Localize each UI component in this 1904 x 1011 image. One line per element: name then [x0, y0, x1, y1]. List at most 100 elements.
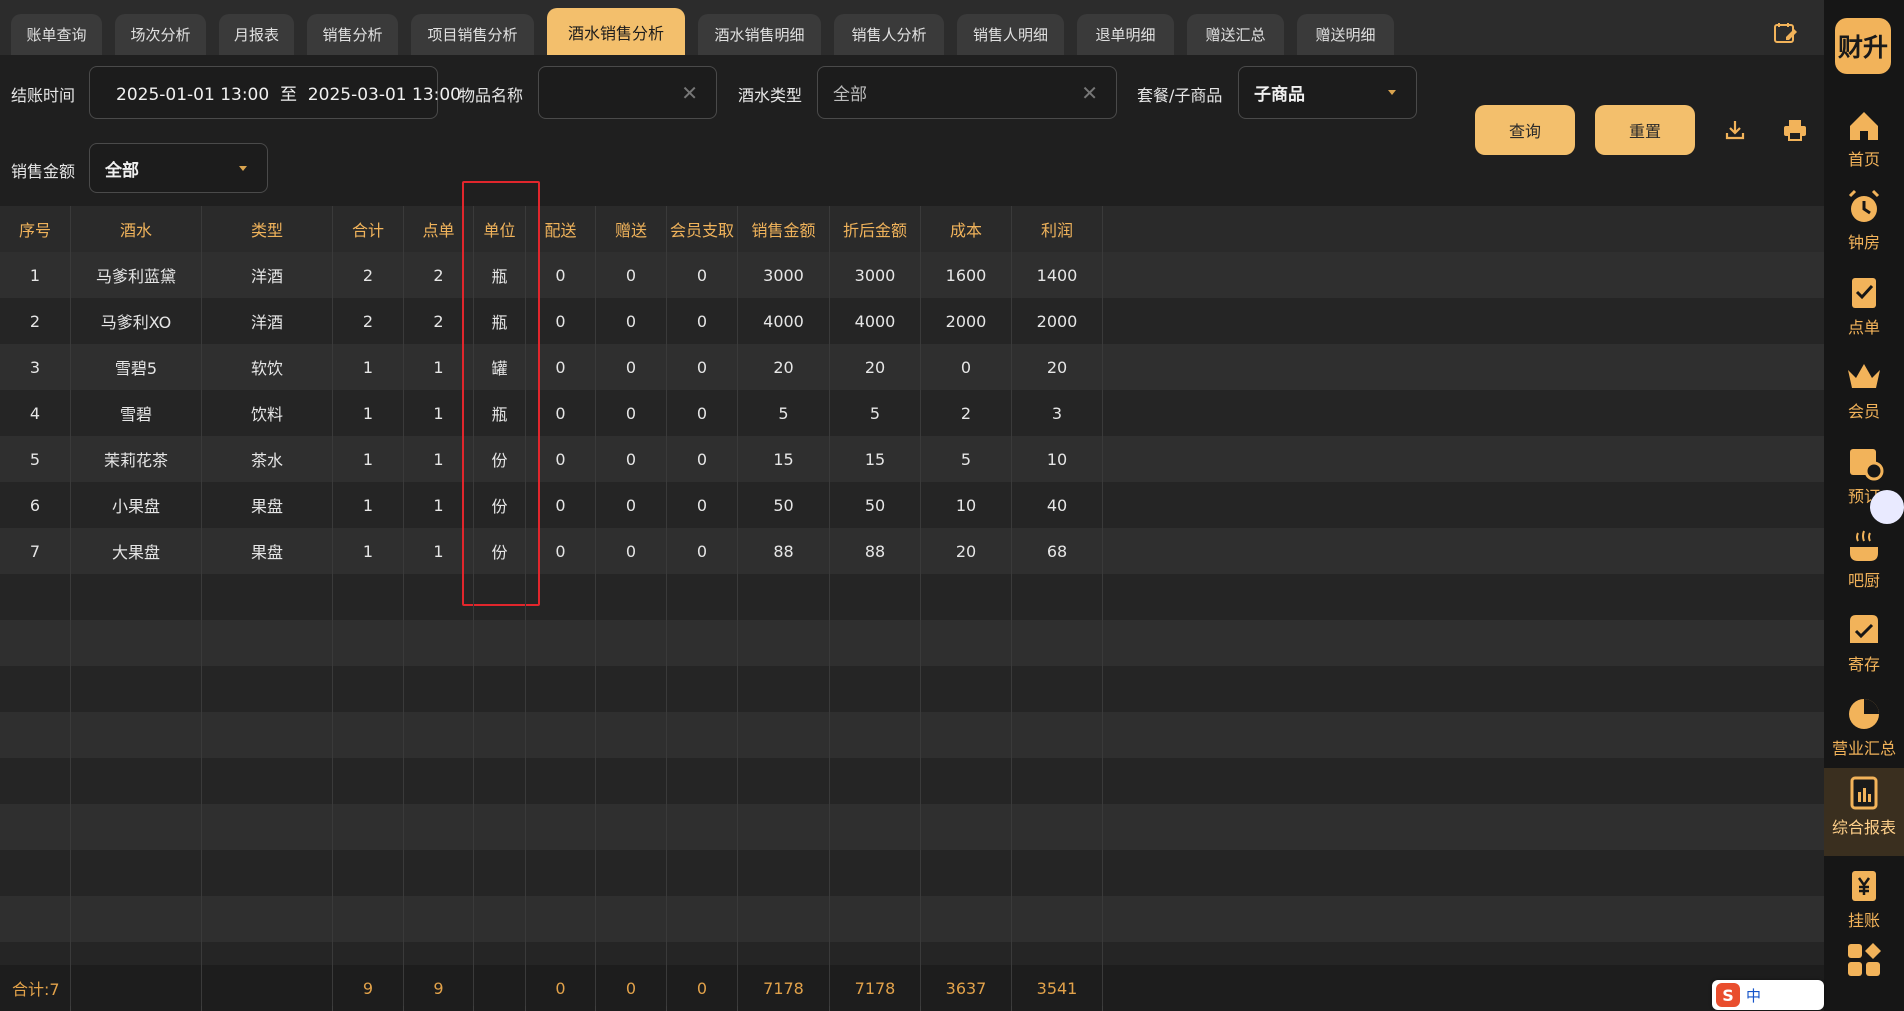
table-cell: 5 [921, 436, 1012, 482]
sidebar-item-label: 钟房 [1847, 233, 1880, 252]
clear-icon[interactable]: ✕ [1081, 81, 1098, 105]
tab-2[interactable]: 月报表 [219, 14, 294, 55]
table-cell: 2 [333, 252, 404, 298]
table-cell: 50 [738, 482, 830, 528]
tab-6[interactable]: 酒水销售明细 [698, 14, 821, 55]
grid-line [595, 206, 596, 1006]
table-cell: 1 [333, 344, 404, 390]
table-cell: 0 [596, 252, 667, 298]
download-icon[interactable] [1724, 119, 1746, 141]
table-cell: 2000 [1012, 298, 1103, 344]
tab-1[interactable]: 场次分析 [115, 14, 206, 55]
ime-toolbar[interactable]: S 中 [1712, 980, 1824, 1010]
table-cell: 酒水 [71, 206, 202, 252]
empty-row [0, 620, 1824, 666]
query-button[interactable]: 查询 [1475, 105, 1575, 155]
empty-row [0, 896, 1824, 942]
tab-7[interactable]: 销售人分析 [834, 14, 944, 55]
table-cell: 1 [333, 528, 404, 574]
table-cell: 洋酒 [202, 252, 333, 298]
table-cell: 0 [526, 965, 596, 1011]
reset-button[interactable]: 重置 [1595, 105, 1695, 155]
tab-8[interactable]: 销售人明细 [957, 14, 1064, 55]
storage-icon [1850, 615, 1878, 643]
table-cell: 1400 [1012, 252, 1103, 298]
table-cell: 20 [830, 344, 921, 390]
table-cell: 4000 [738, 298, 830, 344]
grid-line [403, 206, 404, 1006]
sidebar-item-0[interactable]: 首页 [1824, 100, 1904, 180]
sidebar-item-1[interactable]: 钟房 [1824, 183, 1904, 263]
table-cell: 68 [1012, 528, 1103, 574]
empty-row [0, 758, 1824, 804]
drink-type-select[interactable]: 全部 ✕ [817, 66, 1117, 119]
table-cell: 5 [738, 390, 830, 436]
yen-icon [1852, 871, 1876, 901]
tab-3[interactable]: 销售分析 [307, 14, 398, 55]
drink-sales-table: 序号 酒水 类型 合计 点单 单位 配送 赠送 会员支取 销售金额 折后金额 成本 利润 1 马爹利蓝黛 洋酒… [0, 206, 1824, 1011]
grid-line [70, 206, 71, 1006]
clear-icon[interactable]: ✕ [681, 81, 698, 105]
report-tab-bar: 账单查询 场次分析 月报表 销售分析 项目销售分析 酒水销售分析 酒水销售明细 销售人分析 销售… [0, 0, 1824, 55]
print-icon[interactable] [1783, 119, 1807, 141]
sidebar-item-7[interactable]: 营业汇总 [1824, 689, 1904, 769]
table-cell: 0 [667, 528, 738, 574]
table-cell: 20 [921, 528, 1012, 574]
table-cell: 2 [0, 298, 71, 344]
grid-line [525, 206, 526, 1006]
assistant-float-icon[interactable] [1870, 490, 1904, 524]
table-cell: 3000 [830, 252, 921, 298]
sidebar-item-label: 吧厨 [1847, 571, 1880, 590]
tab-5[interactable]: 酒水销售分析 [547, 8, 685, 55]
table-cell: 7178 [830, 965, 921, 1011]
table-cell: 雪碧 [71, 390, 202, 436]
sidebar-item-3[interactable]: 会员 [1824, 352, 1904, 432]
calendar-edit-icon[interactable] [1774, 22, 1798, 44]
table-cell: 50 [830, 482, 921, 528]
table-cell: 2 [333, 298, 404, 344]
checkout-time-range-input[interactable]: 2025-01-01 13:00 至 2025-03-01 13:00 [89, 66, 461, 119]
sidebar-item-6[interactable]: 寄存 [1824, 605, 1904, 685]
tab-10[interactable]: 赠送汇总 [1187, 14, 1284, 55]
sales-amount-select[interactable]: 全部 [89, 143, 268, 193]
crown-icon [1848, 364, 1880, 388]
table-cell: 0 [921, 344, 1012, 390]
table-cell: 1 [333, 390, 404, 436]
table-cell: 0 [667, 436, 738, 482]
table-cell: 合计:7 [0, 965, 71, 1011]
table-cell: 0 [667, 252, 738, 298]
sidebar-item-label: 寄存 [1847, 655, 1880, 674]
home-icon [1850, 112, 1878, 140]
tab-11[interactable]: 赠送明细 [1297, 14, 1394, 55]
sidebar-item-5[interactable]: 吧厨 [1824, 521, 1904, 601]
sidebar-item-8[interactable]: 综合报表 [1824, 768, 1904, 856]
sidebar-item-label: 综合报表 [1831, 818, 1896, 837]
combo-select[interactable]: 子商品 [1238, 66, 1417, 119]
report-icon [1850, 776, 1878, 810]
table-cell: 0 [596, 436, 667, 482]
table-cell [71, 965, 202, 1011]
ime-logo-icon: S [1716, 983, 1740, 1007]
table-cell: 合计 [333, 206, 404, 252]
sidebar-item-9[interactable]: 挂账 [1824, 861, 1904, 941]
table-cell: 3000 [738, 252, 830, 298]
table-cell: 折后金额 [830, 206, 921, 252]
sidebar-item-2[interactable]: 点单 [1824, 268, 1904, 348]
sidebar-item-10[interactable] [1824, 936, 1904, 1011]
tab-0[interactable]: 账单查询 [11, 14, 102, 55]
combo-label: 套餐/子商品 [1137, 86, 1223, 105]
tab-9[interactable]: 退单明细 [1077, 14, 1174, 55]
table-cell: 0 [596, 482, 667, 528]
grid-line [1102, 206, 1103, 1006]
table-cell: 会员支取 [667, 206, 738, 252]
tab-4[interactable]: 项目销售分析 [411, 14, 534, 55]
table-cell: 3541 [1012, 965, 1103, 1011]
empty-row [0, 712, 1824, 758]
item-name-input[interactable]: ✕ [538, 66, 717, 119]
checkout-time-label: 结账时间 [11, 86, 76, 105]
empty-row [0, 850, 1824, 896]
table-cell: 4000 [830, 298, 921, 344]
table-cell: 饮料 [202, 390, 333, 436]
empty-row [0, 666, 1824, 712]
table-cell: 0 [667, 965, 738, 1011]
